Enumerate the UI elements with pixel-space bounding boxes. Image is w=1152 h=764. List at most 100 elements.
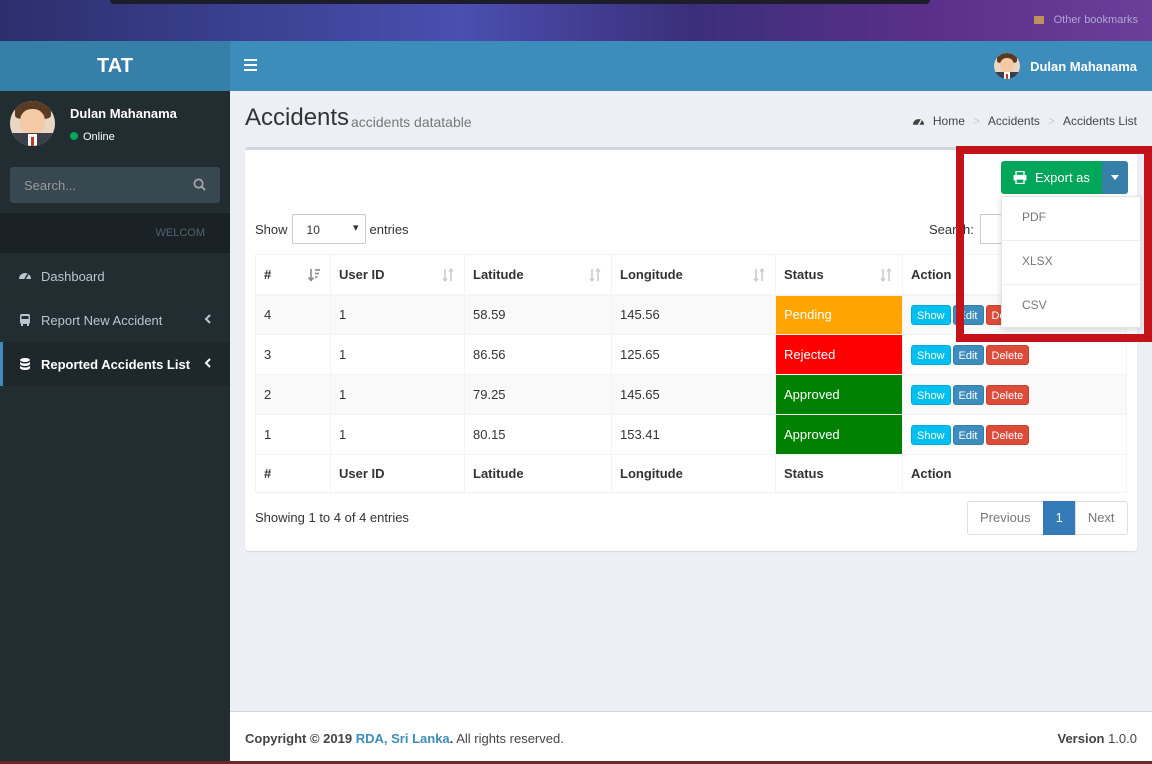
sidebar-section-header: WELCOM [0, 213, 230, 253]
cell-user-id: 1 [330, 414, 465, 455]
caret-down-icon [1110, 175, 1119, 180]
entries-label: entries [369, 221, 409, 237]
avatar [994, 53, 1021, 79]
cell-actions: ShowEditDelete [902, 374, 1127, 415]
column-header-user-id[interactable]: User ID [330, 254, 465, 296]
table-row: 4 1 58.59 145.56 Pending ShowEditDelete [255, 294, 1127, 335]
column-header-status[interactable]: Status [775, 254, 903, 296]
sort-both-icon [880, 268, 892, 282]
dashboard-icon [19, 273, 31, 280]
sidebar-item-dashboard[interactable]: Dashboard [0, 254, 230, 298]
bus-icon [20, 314, 30, 326]
export-button-group: Export as [1001, 161, 1128, 194]
user-menu[interactable]: Dulan Mahanama [994, 41, 1137, 91]
status-badge: Pending [775, 294, 903, 335]
export-option-pdf[interactable]: PDF [1002, 197, 1140, 241]
sidebar-search-input[interactable] [10, 167, 180, 203]
table-row: 2 1 79.25 145.65 Approved Show Edit Delete [255, 374, 1127, 415]
table-header-row: # User ID Latitude Longitude Status Acti… [255, 254, 1127, 296]
cell-longitude: 153.41 [611, 414, 776, 455]
pagination: Previous 1 Next [967, 501, 1128, 535]
pagination-previous[interactable]: Previous [967, 501, 1044, 535]
sidebar-toggle-icon[interactable] [244, 59, 258, 71]
status-badge: Approved [775, 374, 903, 415]
table-row: 1 1 80.15 153.41 Approved Show Edit Delete [255, 414, 1127, 455]
page-title: Accidents [245, 104, 350, 131]
export-option-xlsx[interactable]: XLSX [1002, 241, 1140, 285]
export-dropdown-menu: PDF XLSX CSV [1001, 196, 1141, 328]
edit-button[interactable]: Edit [952, 424, 984, 445]
column-header-latitude[interactable]: Latitude [464, 254, 612, 296]
page-footer: Copyright © 2019 RDA, Sri Lanka. All rig… [230, 711, 1152, 764]
delete-button[interactable]: Delete [985, 344, 1030, 365]
export-button-label: Export as [1035, 170, 1090, 185]
pagination-page-1[interactable]: 1 [1042, 501, 1076, 535]
cell-actions: ShowEditDelete [902, 414, 1127, 455]
sidebar-user-name: Dulan Mahanama [70, 106, 177, 121]
chevron-left-icon [204, 358, 211, 368]
show-button[interactable]: Show [911, 304, 951, 325]
export-dropdown-toggle[interactable] [1101, 161, 1128, 194]
show-button[interactable]: Show [911, 424, 951, 445]
table-row: 3 1 86.56 125.65 Rejected Show Edit Delete [255, 334, 1127, 375]
chevron-left-icon [204, 314, 211, 324]
cell-longitude: 145.56 [611, 294, 776, 335]
sidebar: Dulan Mahanama Online WELCOM Dashboard R… [0, 91, 230, 764]
user-panel: Dulan Mahanama Online [10, 101, 220, 151]
delete-button[interactable]: Delete [985, 424, 1030, 445]
cell-longitude: 125.65 [611, 334, 776, 375]
cell-user-id: 1 [330, 374, 465, 415]
cell-longitude: 145.65 [611, 374, 776, 415]
footer-header-user-id: User ID [330, 454, 465, 493]
footer-header-action: Action [902, 454, 1127, 493]
edit-button[interactable]: Edit [952, 384, 984, 405]
cell-latitude: 80.15 [464, 414, 612, 455]
print-icon [1013, 171, 1027, 184]
status-badge: Approved [775, 414, 903, 455]
pagination-next[interactable]: Next [1074, 501, 1128, 535]
export-option-csv[interactable]: CSV [1002, 285, 1140, 329]
footer-header-latitude: Latitude [464, 454, 612, 493]
breadcrumb-home[interactable]: Home [933, 114, 965, 128]
cell-user-id: 1 [330, 334, 465, 375]
export-button[interactable]: Export as [1001, 161, 1102, 194]
column-header-id[interactable]: # [255, 254, 331, 296]
entries-length-select[interactable]: 10 [291, 214, 366, 244]
footer-brand-link[interactable]: RDA, Sri Lanka [356, 731, 450, 746]
online-dot-icon [70, 132, 78, 140]
footer-header-id: # [255, 454, 331, 493]
search-icon[interactable] [193, 178, 206, 191]
cell-id: 1 [255, 414, 331, 455]
table-info: Showing 1 to 4 of 4 entries [255, 510, 409, 525]
show-label: Show [255, 221, 288, 237]
column-header-longitude[interactable]: Longitude [611, 254, 776, 296]
edit-button[interactable]: Edit [952, 304, 984, 325]
sidebar-item-report-new-accident[interactable]: Report New Accident [0, 298, 230, 342]
cell-id: 2 [255, 374, 331, 415]
top-navbar: Dulan Mahanama [230, 41, 1152, 91]
edit-button[interactable]: Edit [952, 344, 984, 365]
sort-desc-icon [308, 269, 320, 282]
breadcrumb-accidents[interactable]: Accidents [988, 114, 1040, 128]
breadcrumb-accidents-list: Accidents List [1062, 114, 1137, 128]
sidebar-item-label: Dashboard [41, 268, 105, 284]
sort-both-icon [753, 268, 765, 282]
other-bookmarks-link[interactable]: Other bookmarks [1034, 14, 1138, 26]
show-button[interactable]: Show [911, 344, 951, 365]
cell-actions: ShowEditDelete [902, 334, 1127, 375]
status-badge: Rejected [775, 334, 903, 375]
show-button[interactable]: Show [911, 384, 951, 405]
delete-button[interactable]: Delete [985, 384, 1030, 405]
sidebar-search [10, 167, 220, 203]
browser-bookmarks-bar: Other bookmarks [0, 0, 1152, 41]
database-icon [20, 358, 30, 370]
footer-header-status: Status [775, 454, 903, 493]
search-label: Search: [929, 221, 974, 237]
sidebar-item-label: Report New Accident [41, 312, 163, 328]
app-logo[interactable]: TAT [0, 41, 230, 91]
dashboard-icon [912, 119, 924, 126]
accidents-table: # User ID Latitude Longitude Status Acti… [255, 254, 1127, 493]
sidebar-item-reported-accidents-list[interactable]: Reported Accidents List [0, 342, 230, 386]
sort-both-icon [589, 268, 601, 282]
sort-both-icon [442, 268, 454, 282]
